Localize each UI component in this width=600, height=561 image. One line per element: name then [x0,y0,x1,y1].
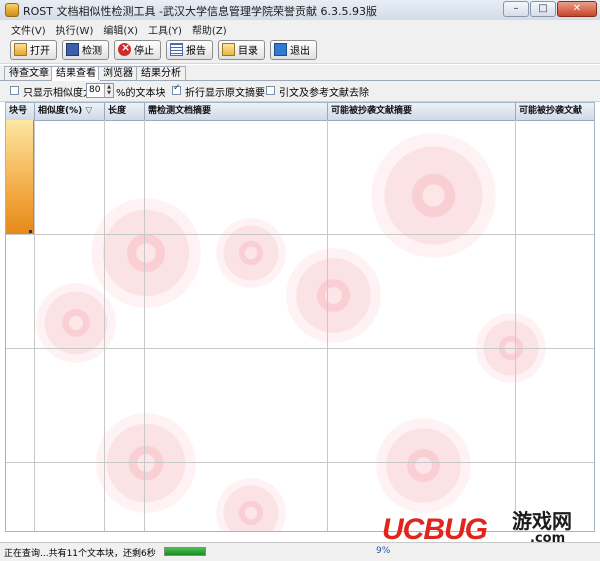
exit-icon [274,43,287,56]
close-icon[interactable]: ✕ [557,1,597,17]
col-block-no-label: 块号 [9,106,28,116]
col-length-label: 长度 [108,106,127,116]
status-text: 正在查询...共有11个文本块，还剩6秒 [4,549,156,559]
col-source-summary[interactable]: 需检测文档摘要 [145,103,328,120]
watermark-cn: 游戏网 [512,509,572,533]
flower-watermark [286,248,381,343]
exit-label: 退出 [290,46,310,57]
col-suspect-doc[interactable]: 可能被抄袭文献 [516,103,594,120]
report-button[interactable]: 报告 [166,39,213,60]
menu-edit[interactable]: 编辑(X) [98,20,143,37]
minimize-icon[interactable]: – [503,1,529,17]
show-only-checkbox[interactable] [10,86,19,95]
grid-col-divider [515,120,516,531]
status-bar: 正在查询...共有11个文本块，还剩6秒 9% [0,542,600,561]
show-only-prefix-label: 只显示相似度大 [23,88,93,99]
tab-browser[interactable]: 浏览器 [98,66,138,80]
col-length[interactable]: 长度 [105,103,145,120]
col-suspect-summary[interactable]: 可能被抄袭文献摘要 [328,103,516,120]
directory-icon [222,43,235,56]
selected-row-indicator[interactable] [6,120,34,234]
col-suspect-summary-label: 可能被抄袭文献摘要 [331,106,413,116]
flower-watermark [91,198,201,308]
report-label: 报告 [186,46,206,57]
spinner-arrows-icon[interactable]: ▲ ▼ [104,84,113,97]
grid-col-divider [34,120,35,531]
report-icon [170,43,183,56]
folder-open-icon [14,43,27,56]
tab-results-analysis[interactable]: 结果分析 [136,66,186,80]
col-source-summary-label: 需检测文档摘要 [148,106,212,116]
remove-citations-label: 引文及参考文献去除 [279,88,369,99]
grid-col-divider [144,120,145,531]
threshold-spinner[interactable]: 80 ▲ ▼ [86,83,114,98]
open-button[interactable]: 打开 [10,39,57,60]
watermark-right: 游戏网 .com [512,505,572,546]
menu-help[interactable]: 帮助(Z) [187,20,232,37]
directory-button[interactable]: 目录 [218,39,265,60]
menu-file[interactable]: 文件(V) [6,20,51,37]
tab-results-view[interactable]: 结果查看 [51,66,101,81]
menu-execute[interactable]: 执行(W) [51,20,99,37]
toolbar: 打开 检测 停止 报告 目录 退出 [0,36,600,64]
show-only-suffix-label: %的文本块 [116,88,166,99]
grid-row-divider [6,348,594,349]
row-marker [29,230,32,233]
options-bar: 只显示相似度大 80 ▲▼ %的文本块 折行显示原文摘要 引文及参考文献去除 [0,81,600,102]
progress-bar [164,547,206,556]
wrap-text-checkbox[interactable] [172,83,181,95]
exit-button[interactable]: 退出 [270,39,317,60]
tab-pending-articles[interactable]: 待查文章 [4,66,54,80]
col-suspect-doc-label: 可能被抄袭文献 [519,106,583,116]
tab-strip: 待查文章 结果查看 浏览器 结果分析 [0,65,600,81]
flower-watermark [371,133,496,258]
remove-citations-checkbox[interactable] [266,86,275,95]
window-controls: – □ ✕ [503,1,597,17]
flower-watermark [216,478,286,531]
ucbug-watermark: UCBUG 游戏网 .com [382,507,572,547]
app-icon [5,3,19,17]
directory-label: 目录 [238,46,258,57]
col-block-no[interactable]: 块号 [6,103,35,120]
stop-icon [118,41,131,56]
progress-fill [165,548,205,555]
menu-bar: 文件(V) 执行(W) 编辑(X) 工具(Y) 帮助(Z) [0,20,600,37]
grid-header: 块号 相似度(%) ▽ 长度 需检测文档摘要 可能被抄袭文献摘要 可能被抄袭文献 [6,103,594,121]
check-button[interactable]: 检测 [62,39,109,60]
flower-watermark [216,218,286,288]
grid-col-divider [327,120,328,531]
grid-row-divider [6,462,594,463]
results-grid[interactable]: 块号 相似度(%) ▽ 长度 需检测文档摘要 可能被抄袭文献摘要 可能被抄袭文献 [5,102,595,532]
stop-label: 停止 [134,46,154,57]
wrap-text-label: 折行显示原文摘要 [185,88,265,99]
window-title: ROST 文档相似性检测工具 -武汉大学信息管理学院荣誉贡献 6.3.5.93版 [23,5,377,18]
flower-watermark [96,413,196,513]
open-label: 打开 [30,46,50,57]
stop-button[interactable]: 停止 [114,39,161,60]
disk-icon [66,43,79,56]
menu-tools[interactable]: 工具(Y) [143,20,187,37]
col-similarity[interactable]: 相似度(%) ▽ [35,103,105,120]
flower-watermark [376,418,471,513]
check-label: 检测 [82,46,102,57]
col-similarity-label: 相似度(%) [38,106,83,116]
threshold-value: 80 [89,85,101,95]
grid-row-divider [6,234,594,235]
title-bar: ROST 文档相似性检测工具 -武汉大学信息管理学院荣誉贡献 6.3.5.93版… [0,0,600,21]
maximize-icon[interactable]: □ [530,1,556,17]
grid-col-divider [104,120,105,531]
progress-percent: 9% [376,546,391,556]
sort-desc-icon: ▽ [85,106,93,116]
